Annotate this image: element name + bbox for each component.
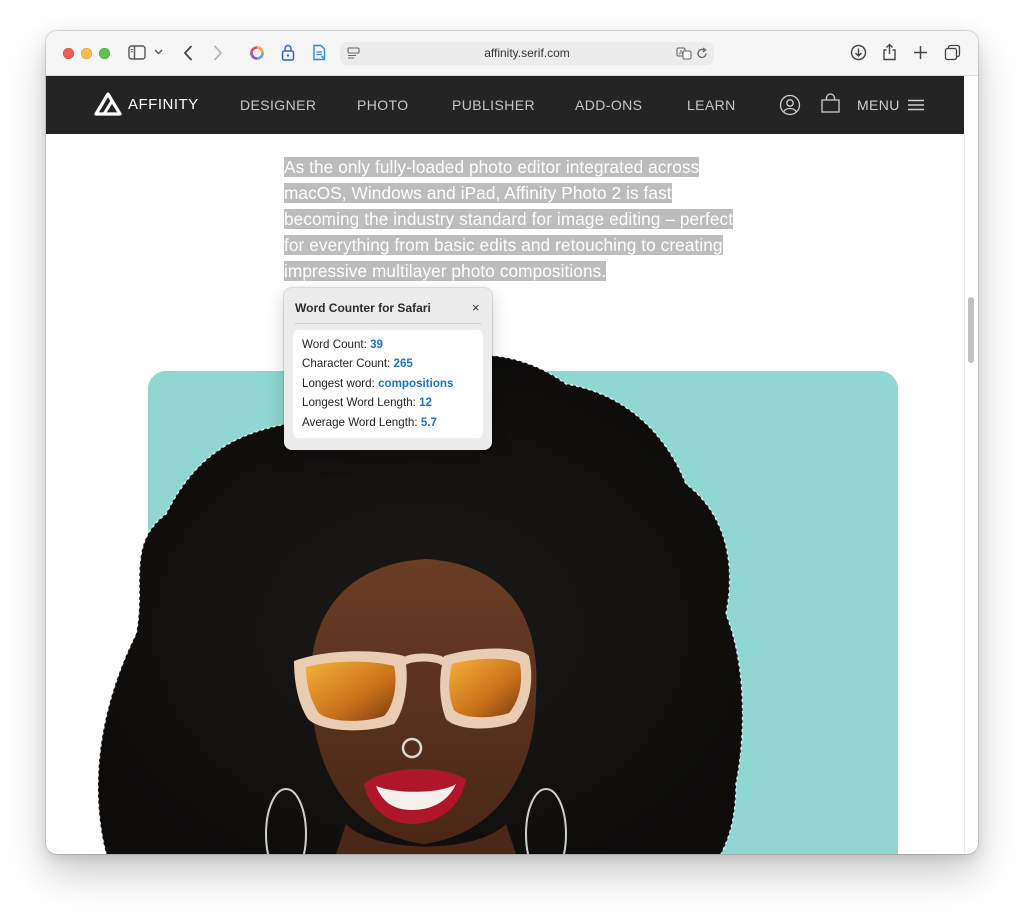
stat-label: Character Count: [302,357,391,370]
page-scrollbar-thumb[interactable] [968,297,974,363]
site-navigation: AFFINITY DESIGNER PHOTO PUBLISHER ADD-ON… [46,76,964,134]
stat-label: Word Count: [302,338,367,351]
stat-value: 265 [393,357,413,370]
popup-divider [294,323,482,324]
extension-color-ring-icon[interactable] [249,45,265,61]
browser-toolbar: affinity.serif.com A [46,31,978,76]
nav-learn[interactable]: LEARN [687,97,736,113]
stat-longest-word-length: Longest Word Length: 12 [302,396,432,409]
address-bar[interactable]: affinity.serif.com A [340,42,714,65]
stat-value: 39 [370,338,384,351]
stat-label: Average Word Length: [302,416,418,429]
stat-character-count: Character Count: 265 [302,357,413,370]
chevron-down-icon[interactable] [154,49,163,55]
minimize-window-button[interactable] [81,48,92,59]
word-counter-popup: Word Counter for Safari × Word Count: 39… [284,288,492,450]
nav-photo[interactable]: PHOTO [357,97,409,113]
stat-average-word-length: Average Word Length: 5.7 [302,416,437,429]
share-icon[interactable] [882,43,897,61]
sidebar-toggle-icon[interactable] [128,45,146,60]
hamburger-icon [907,99,924,111]
nav-designer[interactable]: DESIGNER [240,97,316,113]
account-icon[interactable] [779,94,801,116]
hero-portrait-illustration [97,354,744,854]
logo-text: AFFINITY [128,95,199,113]
cart-icon[interactable] [820,93,841,114]
new-tab-icon[interactable] [913,45,928,60]
stat-value: 12 [419,396,433,409]
url-text: affinity.serif.com [484,46,570,60]
back-icon[interactable] [183,45,193,61]
popup-stats-panel: Word Count: 39 Character Count: 265 Long… [293,330,483,438]
popup-title: Word Counter for Safari [295,301,431,315]
stat-longest-word: Longest word: compositions [302,377,453,390]
stat-word-count: Word Count: 39 [302,338,383,351]
stat-value: compositions [378,377,454,390]
zoom-window-button[interactable] [99,48,110,59]
affinity-logo[interactable]: AFFINITY [94,92,199,116]
affinity-logo-icon [94,92,122,116]
reload-icon[interactable] [696,47,708,60]
word-counter-extension-icon[interactable] [312,44,326,61]
downloads-icon[interactable] [850,44,867,61]
stat-value: 5.7 [420,416,437,429]
nav-publisher[interactable]: PUBLISHER [452,97,535,113]
menu-label: MENU [857,97,900,113]
nav-add-ons[interactable]: ADD-ONS [575,97,642,113]
page-content: As the only fully-loaded photo editor in… [46,134,964,854]
forward-icon[interactable] [213,45,223,61]
close-window-button[interactable] [63,48,74,59]
stat-label: Longest word: [302,377,375,390]
lock-extension-icon[interactable] [281,44,295,61]
tab-overview-icon[interactable] [944,44,961,61]
browser-window: affinity.serif.com A AFFINITY DESIGNER P [46,31,978,854]
popup-close-icon[interactable]: × [472,300,480,315]
stat-label: Longest Word Length: [302,396,416,409]
menu-button[interactable]: MENU [857,97,924,113]
page-scrollbar[interactable] [964,134,978,854]
translate-icon[interactable]: A [676,47,692,60]
